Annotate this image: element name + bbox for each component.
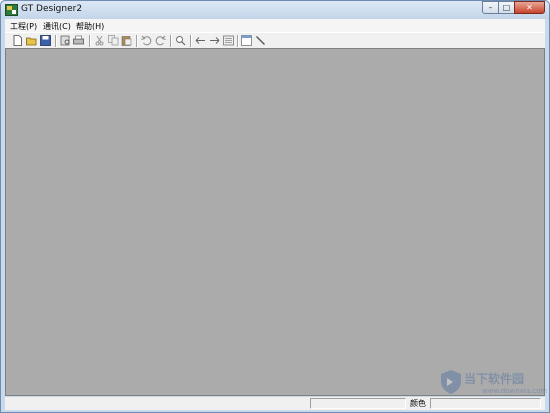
redo-icon[interactable] <box>155 35 166 46</box>
toolbar-separator <box>190 35 191 47</box>
toolbar-separator <box>237 35 238 47</box>
gt-designer-app-icon <box>5 4 18 16</box>
menu-project[interactable]: 工程(P) <box>10 21 37 32</box>
screen-list-icon[interactable] <box>223 35 234 46</box>
status-color-label: 颜色 <box>410 399 426 408</box>
status-pane <box>310 398 406 409</box>
title-bar[interactable]: GT Designer2 – □ ✕ <box>1 1 549 19</box>
print-preview-icon[interactable] <box>60 35 71 46</box>
line-tool-icon[interactable] <box>255 35 266 46</box>
minimize-button[interactable]: – <box>482 1 499 14</box>
undo-icon[interactable] <box>141 35 152 46</box>
forward-arrow-icon[interactable] <box>209 35 220 46</box>
toolbar <box>5 32 545 49</box>
status-bar: 颜色 <box>5 397 545 410</box>
app-window: GT Designer2 – □ ✕ 工程(P) 通讯(C) 帮助(H) 颜色 … <box>0 0 550 413</box>
copy-icon[interactable] <box>108 35 119 46</box>
toolbar-separator <box>136 35 137 47</box>
find-icon[interactable] <box>175 35 186 46</box>
properties-icon[interactable] <box>241 35 252 46</box>
watermark-url: www.downxia.com <box>482 387 548 395</box>
menu-bar: 工程(P) 通讯(C) 帮助(H) <box>5 19 545 32</box>
paste-icon[interactable] <box>121 35 132 46</box>
close-button[interactable]: ✕ <box>514 1 545 14</box>
save-icon[interactable] <box>40 35 51 46</box>
toolbar-separator <box>55 35 56 47</box>
toolbar-separator <box>89 35 90 47</box>
menu-help[interactable]: 帮助(H) <box>76 21 104 32</box>
drawing-workspace[interactable] <box>5 48 545 396</box>
back-arrow-icon[interactable] <box>195 35 206 46</box>
watermark-shield-icon <box>441 370 461 394</box>
watermark-text: 当下软件园 <box>464 372 525 386</box>
maximize-button[interactable]: □ <box>498 1 515 14</box>
print-icon[interactable] <box>73 35 84 46</box>
menu-communication[interactable]: 通讯(C) <box>43 21 71 32</box>
watermark-logo: 当下软件园 www.downxia.com <box>438 368 548 398</box>
new-file-icon[interactable] <box>12 35 23 46</box>
status-pane <box>430 398 541 409</box>
window-title: GT Designer2 <box>21 4 83 14</box>
toolbar-separator <box>170 35 171 47</box>
open-folder-icon[interactable] <box>26 35 37 46</box>
cut-icon[interactable] <box>94 35 105 46</box>
